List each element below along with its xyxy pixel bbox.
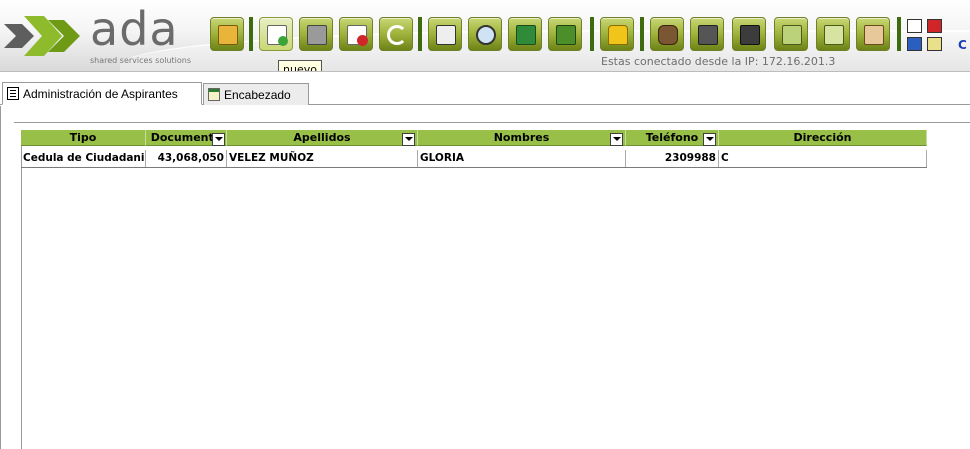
folder-small-icon[interactable] — [927, 37, 942, 51]
cell-telefono[interactable]: 2309988 — [626, 150, 719, 167]
camera-icon — [698, 25, 718, 45]
windows-button[interactable] — [732, 17, 766, 51]
excel-export-button[interactable] — [508, 17, 542, 51]
delete-icon — [347, 25, 368, 46]
logo-tagline: shared services solutions — [90, 56, 192, 65]
column-header-direccion[interactable]: Dirección — [719, 130, 927, 146]
column-header-nombres[interactable]: Nombres — [418, 130, 626, 146]
briefcase-icon — [556, 25, 576, 45]
tab-bar: Administración de Aspirantes Encabezado — [0, 79, 970, 105]
tab-administracion-aspirantes[interactable]: Administración de Aspirantes — [2, 82, 202, 105]
print-button[interactable] — [428, 17, 462, 51]
header-document-icon — [208, 88, 220, 101]
window-icon[interactable] — [907, 37, 922, 51]
money-button[interactable] — [650, 17, 684, 51]
logo-arrow-icon — [4, 16, 80, 56]
undo-icon — [387, 25, 407, 45]
cell-documento[interactable]: 43,068,050 — [146, 150, 227, 167]
search-button[interactable] — [468, 17, 502, 51]
filter-dropdown-telefono[interactable] — [703, 133, 716, 146]
search-magnifier-icon — [476, 25, 496, 45]
briefcase-button[interactable] — [548, 17, 582, 51]
save-button[interactable] — [299, 17, 333, 51]
ada-logo: ada shared services solutions — [4, 2, 196, 68]
toolbar-separator — [897, 17, 901, 51]
panel-divider — [14, 122, 970, 123]
edit-button[interactable] — [816, 17, 850, 51]
column-header-tipo[interactable]: Tipo — [21, 130, 146, 146]
list-document-icon — [7, 87, 19, 100]
folder-open-icon — [218, 25, 238, 45]
new-button[interactable] — [259, 17, 293, 51]
camera-button[interactable] — [690, 17, 724, 51]
logo-wordmark: ada — [90, 2, 179, 56]
cart-button[interactable] — [774, 17, 808, 51]
users-button[interactable] — [856, 17, 890, 51]
tab-label: Administración de Aspirantes — [23, 87, 178, 101]
app-header: ada shared services solutions C Estas co… — [0, 0, 970, 72]
excel-export-icon — [516, 25, 536, 45]
users-icon — [864, 25, 884, 45]
list-view-icon[interactable] — [907, 19, 922, 33]
delete-button[interactable] — [339, 17, 373, 51]
tab-encabezado[interactable]: Encabezado — [203, 83, 309, 105]
filter-dropdown-apellidos[interactable] — [402, 133, 415, 146]
header-link[interactable]: C — [958, 38, 967, 52]
toolbar-separator — [249, 17, 253, 51]
cell-apellidos[interactable]: VELEZ MUÑOZ — [227, 150, 418, 167]
toolbar-separator — [640, 17, 644, 51]
panel-divider — [21, 130, 22, 449]
undo-button[interactable] — [379, 17, 413, 51]
cell-tipo[interactable]: Cedula de Ciudadania — [21, 150, 146, 167]
toolbar-separator — [590, 17, 594, 51]
grid-windows-icon — [740, 25, 760, 45]
table-row[interactable]: Cedula de Ciudadania 43,068,050 VELEZ MU… — [21, 150, 927, 168]
cell-direccion[interactable]: C — [719, 150, 927, 167]
print-icon — [436, 25, 456, 45]
column-header-apellidos[interactable]: Apellidos — [227, 130, 418, 146]
filter-dropdown-nombres[interactable] — [610, 133, 623, 146]
save-disk-icon — [307, 25, 327, 45]
ip-info-text: Estas conectado desde la IP: 172.16.201.… — [601, 55, 836, 68]
filter-dropdown-documento[interactable] — [212, 133, 225, 146]
edit-pencil-icon — [824, 25, 844, 45]
cart-icon — [782, 25, 802, 45]
lock-button[interactable] — [600, 17, 634, 51]
color-grid-icon[interactable] — [927, 19, 942, 33]
cell-nombres[interactable]: GLORIA — [418, 150, 626, 167]
lock-icon — [608, 25, 628, 45]
new-document-icon — [267, 25, 288, 46]
toolbar-separator — [418, 17, 422, 51]
open-button[interactable] — [210, 17, 244, 51]
tooltip: nuevo — [278, 60, 322, 71]
money-bag-icon — [658, 25, 678, 45]
tab-label: Encabezado — [224, 88, 291, 102]
